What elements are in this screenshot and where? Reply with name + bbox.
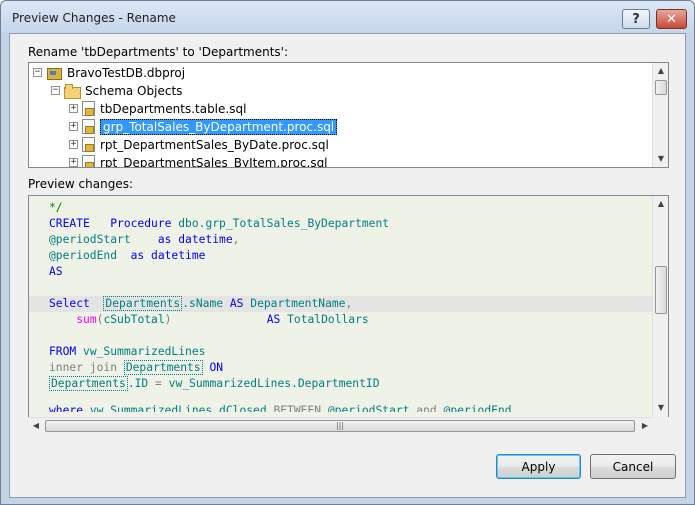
tree-item-label: tbDepartments.table.sql	[100, 101, 247, 116]
tree-item-label: BravoTestDB.dbproj	[67, 65, 186, 80]
title-bar[interactable]: Preview Changes - Rename ? ✕	[1, 1, 694, 33]
scroll-left-icon[interactable]: ◀	[28, 418, 44, 434]
sql-file-icon	[82, 119, 95, 134]
code-line: Departments .ID = vw_SummarizedLines.Depa…	[49, 376, 380, 391]
dialog-content: Rename 'tbDepartments' to 'Departments':…	[9, 33, 686, 498]
scroll-up-icon[interactable]: ▲	[653, 63, 668, 79]
code-line: FROM vw_SummarizedLines	[49, 345, 206, 358]
collapse-icon[interactable]: −	[33, 68, 42, 77]
expand-icon[interactable]: +	[69, 104, 78, 113]
rename-label: Rename 'tbDepartments' to 'Departments':	[28, 45, 288, 59]
sql-file-icon	[82, 101, 95, 116]
code-horizontal-scrollbar[interactable]: ◀ ||| ▶	[28, 417, 653, 433]
preview-changes-dialog: Preview Changes - Rename ? ✕ Rename 'tbD…	[0, 0, 695, 505]
scroll-down-icon[interactable]: ▼	[653, 400, 668, 416]
preview-code-editor[interactable]: */ CREATE Procedure dbo.grp_TotalSales_B…	[28, 195, 669, 433]
renamed-reference: Departments	[103, 296, 183, 311]
help-button[interactable]: ?	[622, 9, 650, 29]
scroll-down-icon[interactable]: ▼	[653, 151, 668, 167]
window-title: Preview Changes - Rename	[12, 11, 176, 25]
tree-item-schema-objects[interactable]: − Schema Objects	[51, 82, 182, 99]
close-button[interactable]: ✕	[656, 9, 687, 29]
code-line: @periodEnd as datetime	[49, 249, 206, 262]
tree-item-label: rpt_DepartmentSales_ByItem.proc.sql	[100, 155, 328, 168]
renamed-reference: Departments	[49, 376, 128, 391]
close-icon: ✕	[666, 11, 677, 27]
scrollbar-corner	[653, 417, 669, 433]
expand-icon[interactable]: +	[69, 122, 78, 131]
code-line: */	[49, 201, 63, 214]
folder-icon	[64, 84, 81, 99]
code-line: @periodStart as datetime,	[49, 233, 240, 246]
tree-item-file[interactable]: + tbDepartments.table.sql	[69, 100, 246, 117]
code-line-current: Select Departments .sName AS DepartmentNa…	[29, 296, 653, 312]
renamed-reference: Departments	[123, 360, 203, 375]
cancel-button[interactable]: Cancel	[590, 454, 676, 479]
preview-label: Preview changes:	[28, 177, 133, 191]
affected-objects-tree[interactable]: − BravoTestDB.dbproj − Schema Objects + …	[28, 62, 669, 168]
sql-file-icon	[82, 155, 95, 167]
tree-item-file-selected[interactable]: + grp_TotalSales_ByDepartment.proc.sql	[69, 118, 338, 135]
code-line: sum(cSubTotal) AS TotalDollars	[76, 313, 369, 326]
apply-button[interactable]: Apply	[496, 454, 581, 479]
expand-icon[interactable]: +	[69, 140, 78, 149]
code-line: CREATE Procedure dbo.grp_TotalSales_ByDe…	[49, 217, 390, 230]
scroll-right-icon[interactable]: ▶	[637, 418, 653, 434]
tree-item-file[interactable]: + rpt_DepartmentSales_ByDate.proc.sql	[69, 136, 329, 153]
collapse-icon[interactable]: −	[51, 86, 60, 95]
code-line: inner join Departments ON	[49, 360, 224, 375]
sql-file-icon	[82, 137, 95, 152]
expand-icon[interactable]: +	[69, 158, 78, 167]
scroll-thumb[interactable]	[655, 80, 667, 95]
tree-item-label: rpt_DepartmentSales_ByDate.proc.sql	[100, 137, 329, 152]
scroll-up-icon[interactable]: ▲	[653, 196, 668, 212]
tree-vertical-scrollbar[interactable]: ▲ ▼	[652, 63, 668, 167]
tree-item-file[interactable]: + rpt_DepartmentSales_ByItem.proc.sql	[69, 154, 328, 168]
code-line-partial: where vw_SummarizedLines.dClosed BETWEEN…	[49, 404, 512, 412]
project-icon	[46, 66, 62, 80]
help-icon: ?	[632, 11, 640, 27]
tree-item-project[interactable]: − BravoTestDB.dbproj	[33, 64, 185, 81]
code-vertical-scrollbar[interactable]: ▲ ▼	[652, 196, 668, 416]
scroll-thumb[interactable]	[655, 266, 667, 314]
code-line: AS	[49, 265, 63, 278]
tree-item-label: Schema Objects	[85, 83, 183, 98]
scroll-thumb[interactable]: |||	[45, 420, 635, 432]
tree-item-label: grp_TotalSales_ByDepartment.proc.sql	[100, 118, 338, 135]
